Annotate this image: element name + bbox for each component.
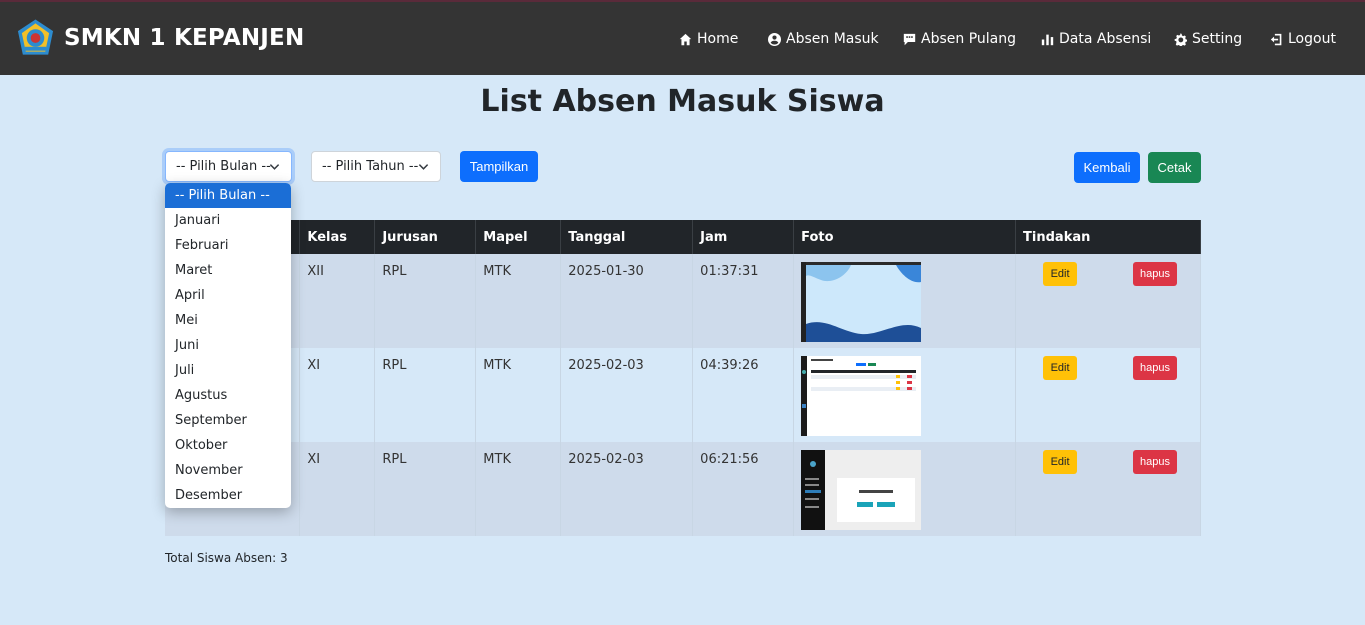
col-header-foto: Foto: [793, 220, 1017, 254]
kembali-button[interactable]: Kembali: [1074, 152, 1140, 183]
tahun-select-value: -- Pilih Tahun --: [322, 159, 419, 174]
col-header-mapel: Mapel: [475, 220, 562, 254]
table-row: XII RPL MTK 2025-01-30 01:37:31 Edit hap…: [165, 254, 1201, 348]
bulan-option[interactable]: Agustus: [165, 383, 291, 408]
chevron-down-icon: [418, 164, 429, 170]
navbar: SMKN 1 KEPANJEN Home Absen Masuk Absen P…: [0, 0, 1365, 75]
bulan-select[interactable]: -- Pilih Bulan --: [165, 151, 292, 182]
bulan-option[interactable]: Februari: [165, 233, 291, 258]
user-circle-icon: [768, 32, 781, 46]
school-logo-icon: [17, 19, 54, 55]
bulan-option[interactable]: Mei: [165, 308, 291, 333]
bulan-option[interactable]: Maret: [165, 258, 291, 283]
bulan-option[interactable]: -- Pilih Bulan --: [165, 183, 291, 208]
brand[interactable]: SMKN 1 KEPANJEN: [16, 18, 304, 58]
edit-button[interactable]: Edit: [1043, 450, 1078, 474]
nav-data-absensi-label: Data Absensi: [1059, 31, 1152, 47]
nav-home[interactable]: Home: [679, 31, 738, 47]
nav-absen-pulang-label: Absen Pulang: [921, 31, 1016, 47]
bulan-select-value: -- Pilih Bulan --: [176, 159, 271, 174]
message-icon: [903, 33, 916, 45]
bulan-option[interactable]: Desember: [165, 483, 291, 508]
nav-absen-masuk-label: Absen Masuk: [786, 31, 879, 47]
cell-tanggal: 2025-02-03: [560, 442, 694, 536]
cetak-button[interactable]: Cetak: [1148, 152, 1201, 183]
page-title: List Absen Masuk Siswa: [480, 84, 885, 119]
tampilkan-button[interactable]: Tampilkan: [460, 151, 538, 182]
table-header-row: Kelas Jurusan Mapel Tanggal Jam Foto Tin…: [165, 220, 1201, 254]
bulan-option[interactable]: April: [165, 283, 291, 308]
nav-home-label: Home: [697, 31, 739, 47]
foto-thumbnail[interactable]: [801, 356, 922, 436]
edit-button[interactable]: Edit: [1043, 262, 1078, 286]
col-header-kelas: Kelas: [299, 220, 376, 254]
brand-title: SMKN 1 KEPANJEN: [64, 25, 305, 51]
cell-jurusan: RPL: [374, 254, 477, 348]
nav-setting-label: Setting: [1192, 31, 1243, 47]
chevron-down-icon: [269, 164, 280, 170]
nav-logout[interactable]: Logout: [1270, 31, 1336, 47]
cell-tindakan: Edit hapus: [1015, 254, 1201, 348]
cell-mapel: MTK: [475, 348, 562, 442]
cell-jurusan: RPL: [374, 348, 477, 442]
cell-foto: [793, 254, 1017, 348]
nav-logout-label: Logout: [1288, 31, 1336, 47]
col-header-jam: Jam: [692, 220, 795, 254]
absen-table: Kelas Jurusan Mapel Tanggal Jam Foto Tin…: [165, 220, 1201, 536]
bulan-option[interactable]: November: [165, 458, 291, 483]
gear-icon: [1174, 32, 1187, 46]
cell-foto: [793, 442, 1017, 536]
cell-kelas: XI: [299, 348, 376, 442]
cell-jam: 04:39:26: [692, 348, 795, 442]
bulan-option[interactable]: Oktober: [165, 433, 291, 458]
nav-absen-pulang[interactable]: Absen Pulang: [903, 31, 1016, 47]
cell-kelas: XI: [299, 442, 376, 536]
cell-tindakan: Edit hapus: [1015, 442, 1201, 536]
hapus-button[interactable]: hapus: [1133, 262, 1178, 286]
bar-chart-icon: [1041, 34, 1054, 45]
bulan-option[interactable]: Juni: [165, 333, 291, 358]
cell-jam: 01:37:31: [692, 254, 795, 348]
foto-thumbnail[interactable]: [801, 450, 922, 530]
bulan-option[interactable]: Januari: [165, 208, 291, 233]
nav-setting[interactable]: Setting: [1174, 31, 1242, 47]
cell-jurusan: RPL: [374, 442, 477, 536]
bulan-dropdown-menu: -- Pilih Bulan -- Januari Februari Maret…: [165, 183, 291, 508]
nav-absen-masuk[interactable]: Absen Masuk: [768, 31, 879, 47]
cell-mapel: MTK: [475, 442, 562, 536]
table-row: XI RPL MTK 2025-02-03 04:39:26 Edit hapu…: [165, 348, 1201, 442]
cell-tindakan: Edit hapus: [1015, 348, 1201, 442]
cell-mapel: MTK: [475, 254, 562, 348]
col-header-tanggal: Tanggal: [560, 220, 694, 254]
cell-tanggal: 2025-01-30: [560, 254, 694, 348]
col-header-tindakan: Tindakan: [1015, 220, 1201, 254]
cell-tanggal: 2025-02-03: [560, 348, 694, 442]
hapus-button[interactable]: hapus: [1133, 356, 1178, 380]
foto-thumbnail[interactable]: [801, 262, 922, 342]
cell-jam: 06:21:56: [692, 442, 795, 536]
cell-kelas: XII: [299, 254, 376, 348]
edit-button[interactable]: Edit: [1043, 356, 1078, 380]
logout-icon: [1270, 33, 1282, 45]
cell-foto: [793, 348, 1017, 442]
bulan-option[interactable]: September: [165, 408, 291, 433]
tahun-select[interactable]: -- Pilih Tahun --: [311, 151, 441, 182]
total-siswa-absen: Total Siswa Absen: 3: [165, 551, 288, 565]
bulan-option[interactable]: Juli: [165, 358, 291, 383]
nav-data-absensi[interactable]: Data Absensi: [1041, 31, 1151, 47]
col-header-jurusan: Jurusan: [374, 220, 477, 254]
table-row: XI RPL MTK 2025-02-03 06:21:56 Edit hapu…: [165, 442, 1201, 536]
home-icon: [679, 33, 692, 45]
hapus-button[interactable]: hapus: [1133, 450, 1178, 474]
